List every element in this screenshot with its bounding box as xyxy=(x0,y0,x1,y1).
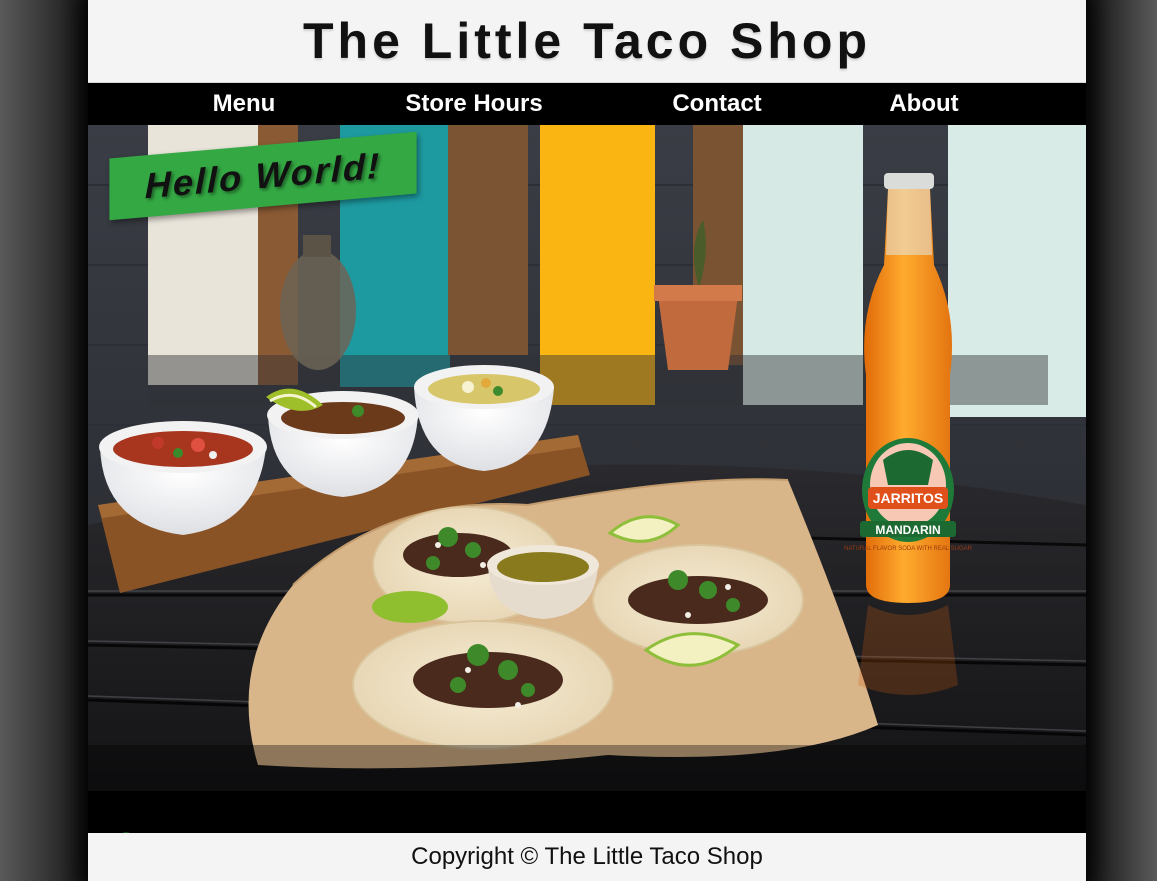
nav-item-about[interactable]: About xyxy=(889,83,958,125)
bottle-flavor-label: MANDARIN xyxy=(875,523,940,537)
main-nav: Menu Store Hours Contact About xyxy=(88,83,1086,125)
site-footer: Copyright © The Little Taco Shop xyxy=(88,833,1086,881)
nav-item-contact[interactable]: Contact xyxy=(672,83,761,125)
tacos-photo: JARRITOS MANDARIN NATURAL FLAVOR SODA WI… xyxy=(88,125,1086,791)
hero-image: JARRITOS MANDARIN NATURAL FLAVOR SODA WI… xyxy=(88,125,1086,791)
bottle-tagline: NATURAL FLAVOR SODA WITH REAL SUGAR xyxy=(844,546,973,552)
site-title: The Little Taco Shop xyxy=(303,13,871,69)
section-band: Our M xyxy=(88,791,1086,834)
nav-item-store-hours[interactable]: Store Hours xyxy=(405,83,542,125)
bottle-brand-label: JARRITOS xyxy=(873,490,944,506)
page-container: The Little Taco Shop Menu Store Hours Co… xyxy=(88,0,1086,881)
site-header: The Little Taco Shop xyxy=(88,0,1086,83)
hello-world-text: Hello World! xyxy=(144,144,382,207)
nav-item-menu[interactable]: Menu xyxy=(213,83,276,125)
copyright-text: Copyright © The Little Taco Shop xyxy=(411,843,763,870)
